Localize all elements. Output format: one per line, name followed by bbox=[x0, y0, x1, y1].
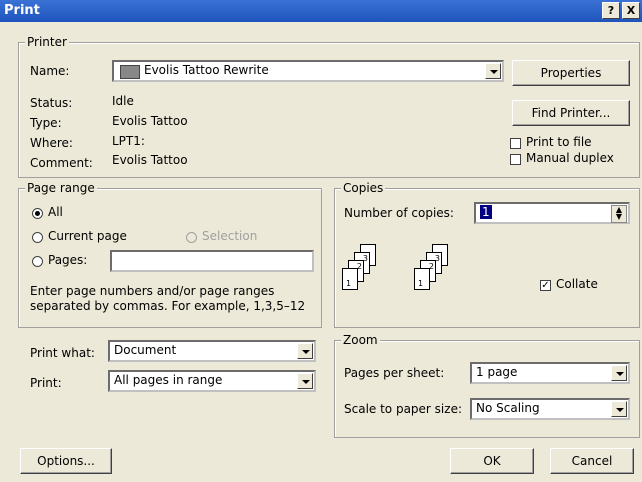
where-label: Where: bbox=[30, 136, 73, 150]
window-title: Print bbox=[4, 3, 40, 18]
ok-button[interactable]: OK bbox=[450, 448, 534, 474]
printer-name-value: Evolis Tattoo Rewrite bbox=[144, 63, 269, 77]
zoom-legend: Zoom bbox=[341, 333, 380, 347]
printer-legend: Printer bbox=[25, 35, 69, 49]
pages-per-sheet-label: Pages per sheet: bbox=[344, 366, 445, 380]
zoom-group: Zoom bbox=[334, 333, 640, 438]
printer-name-select[interactable]: Evolis Tattoo Rewrite bbox=[112, 60, 504, 82]
scale-label: Scale to paper size: bbox=[344, 402, 462, 416]
help-button[interactable]: ? bbox=[602, 2, 620, 19]
spin-arrows-icon[interactable]: ▲ ▼ bbox=[611, 205, 627, 223]
radio-pages-label[interactable]: Pages: bbox=[48, 253, 87, 267]
options-button[interactable]: Options... bbox=[20, 448, 112, 474]
radio-all-label[interactable]: All bbox=[48, 205, 63, 219]
print-what-label: Print what: bbox=[30, 346, 95, 360]
copies-value: 1 bbox=[480, 205, 492, 219]
pages-per-sheet-value: 1 page bbox=[476, 365, 518, 379]
collate-page-icon: 1 bbox=[342, 268, 358, 290]
copies-legend: Copies bbox=[341, 181, 386, 195]
collate-checkbox[interactable]: ✓ bbox=[540, 280, 551, 291]
page-range-help-line1: Enter page numbers and/or page ranges bbox=[30, 284, 275, 298]
radio-all[interactable] bbox=[32, 208, 43, 219]
manual-duplex-checkbox[interactable] bbox=[510, 154, 521, 165]
type-label: Type: bbox=[30, 116, 62, 130]
comment-label: Comment: bbox=[30, 156, 93, 170]
chevron-down-icon[interactable] bbox=[611, 401, 627, 417]
radio-current-page-label[interactable]: Current page bbox=[48, 229, 127, 243]
manual-duplex-label[interactable]: Manual duplex bbox=[526, 151, 614, 165]
type-value: Evolis Tattoo bbox=[112, 114, 188, 128]
printer-icon bbox=[120, 65, 140, 79]
chevron-down-icon[interactable] bbox=[297, 343, 313, 359]
close-button[interactable]: X bbox=[622, 2, 640, 19]
page-range-help-line2: separated by commas. For example, 1,3,5–… bbox=[30, 299, 306, 313]
status-label: Status: bbox=[30, 96, 73, 110]
chevron-down-icon[interactable] bbox=[297, 373, 313, 389]
print-what-value: Document bbox=[114, 343, 177, 357]
print-what-select[interactable]: Document bbox=[108, 340, 316, 362]
radio-pages[interactable] bbox=[32, 256, 43, 267]
print-value: All pages in range bbox=[114, 373, 223, 387]
chevron-down-icon[interactable] bbox=[485, 63, 501, 79]
pages-per-sheet-select[interactable]: 1 page bbox=[470, 362, 630, 384]
collate-page-icon: 1 bbox=[414, 268, 430, 290]
name-label: Name: bbox=[30, 64, 70, 78]
chevron-down-icon[interactable] bbox=[611, 365, 627, 381]
print-label: Print: bbox=[30, 376, 62, 390]
pages-input[interactable] bbox=[110, 250, 314, 272]
radio-current-page[interactable] bbox=[32, 232, 43, 243]
radio-selection[interactable] bbox=[186, 232, 197, 243]
number-of-copies-label: Number of copies: bbox=[344, 206, 454, 220]
print-to-file-checkbox[interactable] bbox=[510, 138, 521, 149]
properties-button[interactable]: Properties bbox=[512, 60, 630, 86]
status-value: Idle bbox=[112, 94, 134, 108]
collate-label[interactable]: Collate bbox=[556, 277, 598, 291]
print-to-file-label[interactable]: Print to file bbox=[526, 135, 592, 149]
radio-selection-label[interactable]: Selection bbox=[202, 229, 257, 243]
print-select[interactable]: All pages in range bbox=[108, 370, 316, 392]
find-printer-button[interactable]: Find Printer... bbox=[512, 100, 630, 126]
scale-value: No Scaling bbox=[476, 401, 540, 415]
scale-select[interactable]: No Scaling bbox=[470, 398, 630, 420]
page-range-legend: Page range bbox=[25, 181, 97, 195]
where-value: LPT1: bbox=[112, 134, 145, 148]
copies-spinner[interactable]: 1 ▲ ▼ bbox=[474, 202, 630, 224]
cancel-button[interactable]: Cancel bbox=[550, 448, 634, 474]
comment-value: Evolis Tattoo bbox=[112, 153, 188, 167]
title-bar: Print ? X bbox=[0, 0, 642, 22]
